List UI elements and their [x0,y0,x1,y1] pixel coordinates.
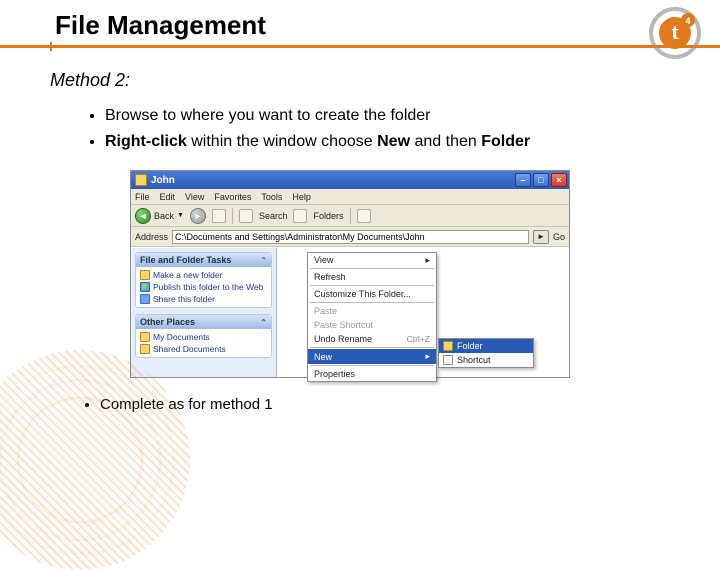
address-input[interactable] [172,230,529,244]
back-button[interactable]: ◄ Back ▼ [135,208,184,224]
ctx-paste-shortcut: Paste Shortcut [308,318,436,332]
other-places-panel: Other Places ⌃ My Documents Shared Docume… [135,314,272,358]
menubar: File Edit View Favorites Tools Help [131,189,569,205]
folders-icon [293,209,307,223]
views-button[interactable] [357,209,371,223]
menu-help[interactable]: Help [292,192,311,202]
globe-icon [140,282,150,292]
method-subhead: Method 2: [0,48,720,91]
file-folder-tasks-panel: File and Folder Tasks ⌃ Make a new folder… [135,252,272,308]
title-rule [0,45,720,48]
page-title: File Management [0,0,720,45]
go-label: Go [553,232,565,242]
panel-heading: Other Places [140,317,195,327]
context-menu: View▸ Refresh Customize This Folder... P… [307,252,437,382]
folder-icon [140,270,150,280]
window-title: John [151,175,513,186]
menu-tools[interactable]: Tools [261,192,282,202]
menu-edit[interactable]: Edit [160,192,176,202]
shortcut-icon [443,355,453,365]
menu-separator [310,302,434,303]
panel-heading: File and Folder Tasks [140,255,231,265]
collapse-icon[interactable]: ⌃ [260,318,267,327]
bullet-list-bottom: Complete as for method 1 [0,396,720,413]
toolbar: ◄ Back ▼ ► Search Folders [131,205,569,227]
folders-button[interactable]: Folders [313,211,343,221]
up-button[interactable] [212,209,226,223]
share-icon [140,294,150,304]
close-button[interactable]: × [551,173,567,187]
folder-view[interactable]: View▸ Refresh Customize This Folder... P… [277,248,569,377]
ctx-view[interactable]: View▸ [308,253,436,267]
task-share[interactable]: Share this folder [140,293,267,305]
menu-separator [310,285,434,286]
menu-separator [310,268,434,269]
svg-text:t: t [671,19,679,44]
menu-view[interactable]: View [185,192,204,202]
decorative-circles [0,350,190,570]
place-shared-documents[interactable]: Shared Documents [140,343,267,355]
maximize-button[interactable]: □ [533,173,549,187]
forward-button[interactable]: ► [190,208,206,224]
address-bar: Address ► Go [131,227,569,247]
ctx-paste: Paste [308,304,436,318]
minimize-button[interactable]: – [515,173,531,187]
ctx-refresh[interactable]: Refresh [308,270,436,284]
logo-badge-number: 4 [685,16,690,26]
ctx-new[interactable]: New▸ [308,349,436,364]
task-make-folder[interactable]: Make a new folder [140,269,267,281]
folder-icon [140,344,150,354]
place-my-documents[interactable]: My Documents [140,331,267,343]
new-submenu: Folder Shortcut [438,338,534,368]
search-button[interactable]: Search [259,211,288,221]
back-arrow-icon: ◄ [135,208,151,224]
bullet-list-top: Browse to where you want to create the f… [0,105,720,152]
toolbar-separator [232,208,233,224]
task-publish[interactable]: Publish this folder to the Web [140,281,267,293]
go-button[interactable]: ► [533,230,549,244]
brand-logo: t 4 [648,6,702,65]
menu-file[interactable]: File [135,192,150,202]
address-label: Address [135,232,168,242]
bullet-item-1: Browse to where you want to create the f… [105,105,658,127]
menu-separator [310,347,434,348]
folder-icon [135,174,147,186]
submenu-shortcut[interactable]: Shortcut [439,353,533,367]
bullet-item-2: Right-click within the window choose New… [105,131,658,153]
task-sidebar: File and Folder Tasks ⌃ Make a new folder… [131,248,277,377]
toolbar-separator [350,208,351,224]
submenu-folder[interactable]: Folder [439,339,533,353]
search-icon [239,209,253,223]
ctx-properties[interactable]: Properties [308,367,436,381]
collapse-icon[interactable]: ⌃ [260,256,267,265]
folder-icon [140,332,150,342]
menu-favorites[interactable]: Favorites [214,192,251,202]
bullet-item-3: Complete as for method 1 [100,396,658,413]
ctx-customize[interactable]: Customize This Folder... [308,287,436,301]
ctx-undo[interactable]: Undo RenameCtrl+Z [308,332,436,346]
folder-icon [443,341,453,351]
embedded-screenshot: John – □ × File Edit View Favorites Tool… [130,170,570,378]
window-titlebar: John – □ × [131,171,569,189]
menu-separator [310,365,434,366]
